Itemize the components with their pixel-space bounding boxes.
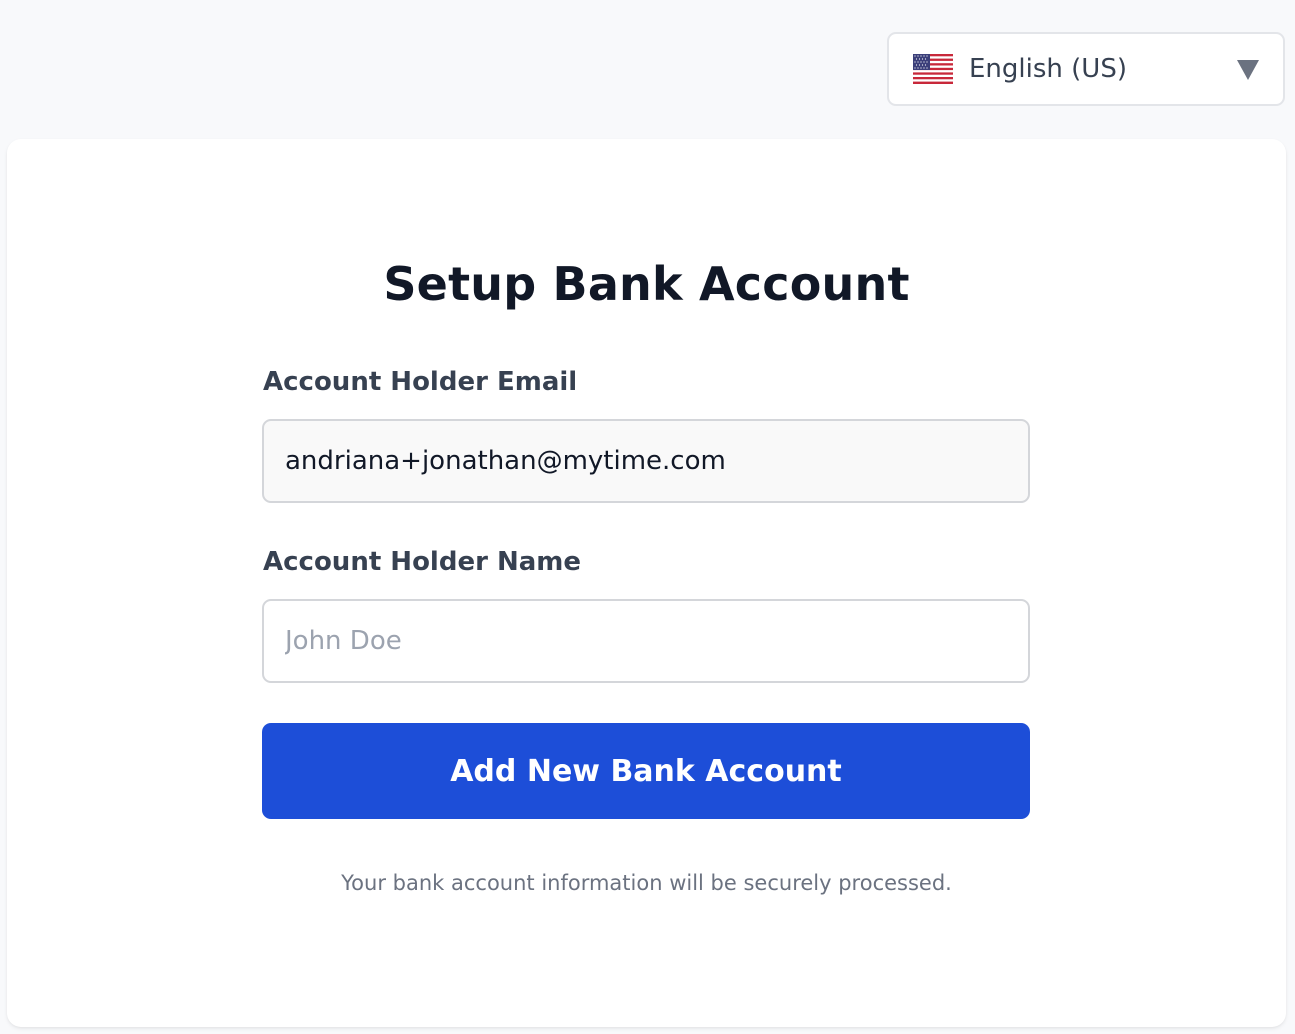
language-label: English (US) [969, 54, 1127, 84]
bank-account-card: Setup Bank Account Account Holder Email … [7, 139, 1286, 1027]
us-flag-icon [913, 54, 953, 84]
name-label: Account Holder Name [263, 547, 581, 577]
security-note: Your bank account information will be se… [341, 871, 952, 895]
page-title: Setup Bank Account [383, 257, 910, 311]
language-selector[interactable]: English (US) [887, 32, 1285, 106]
triangle-down-icon [1237, 60, 1259, 80]
name-field[interactable] [262, 599, 1030, 683]
email-label: Account Holder Email [263, 367, 578, 397]
add-bank-account-button[interactable]: Add New Bank Account [262, 723, 1030, 819]
email-field[interactable] [262, 419, 1030, 503]
